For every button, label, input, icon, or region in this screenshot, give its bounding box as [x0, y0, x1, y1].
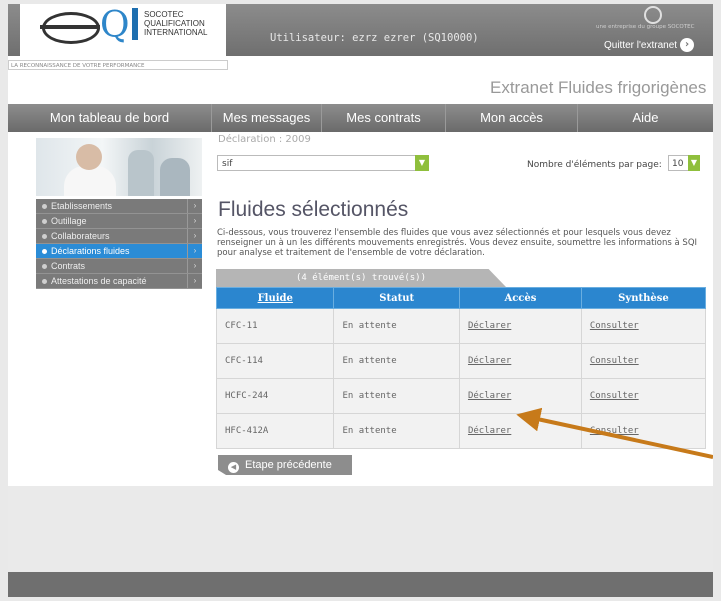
page-frame: Q SOCOTEC QUALIFICATION INTERNATIONAL Ut…	[8, 4, 713, 597]
annotation-arrow-icon	[516, 407, 713, 459]
